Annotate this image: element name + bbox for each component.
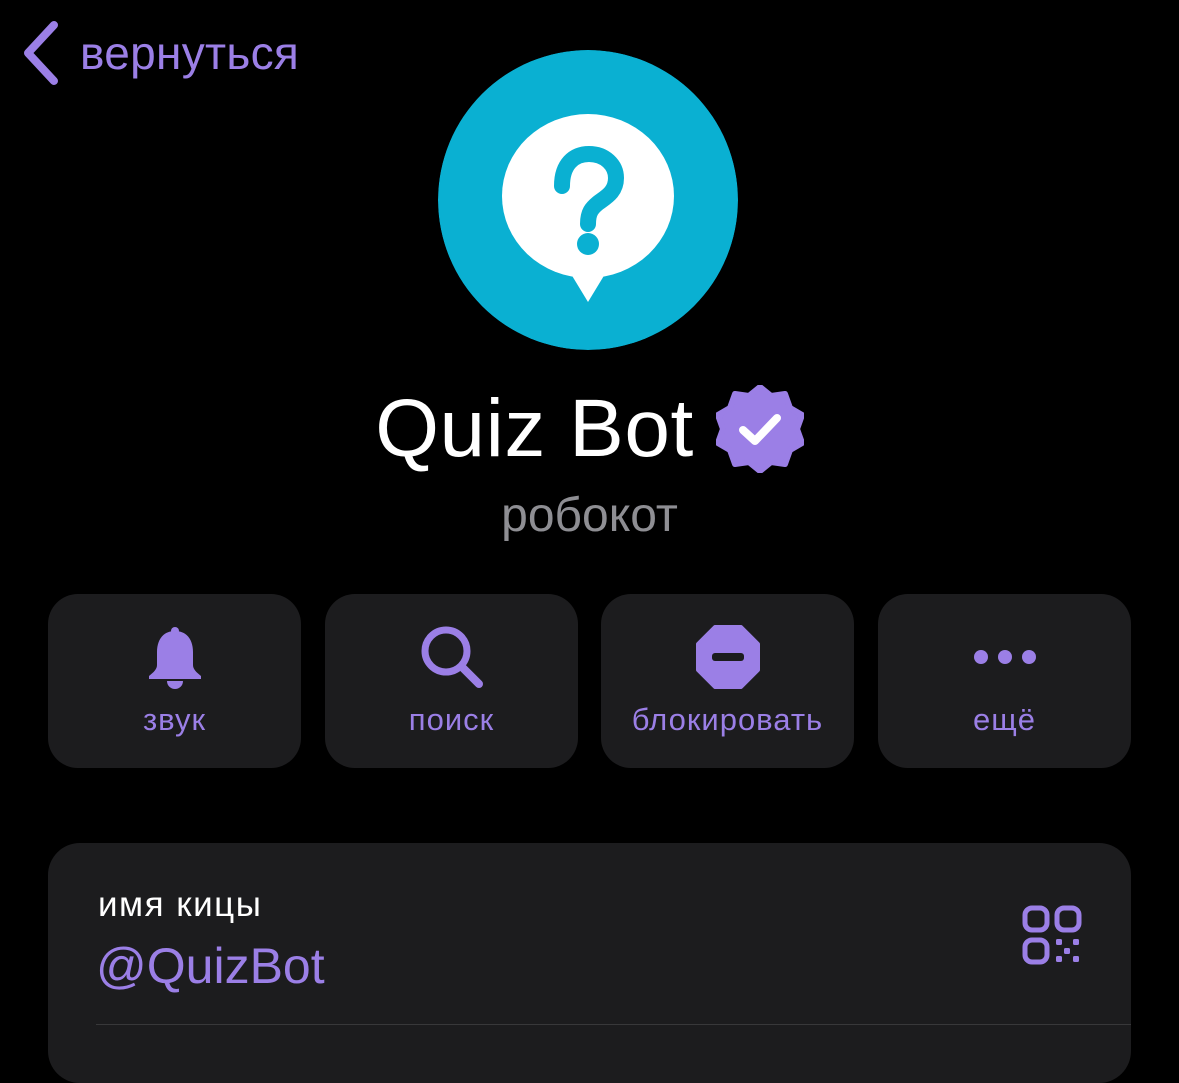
bell-icon — [148, 627, 201, 689]
profile-name: Quiz Bot — [375, 383, 694, 474]
action-label: блокировать — [631, 702, 824, 737]
action-label: ещё — [973, 702, 1036, 737]
block-icon — [695, 625, 760, 689]
more-button[interactable]: ещё — [878, 594, 1131, 768]
search-icon — [421, 626, 483, 688]
profile-subtitle: робокот — [501, 489, 678, 542]
username-value[interactable]: @QuizBot — [96, 937, 325, 995]
action-label: поиск — [408, 702, 495, 737]
sound-button[interactable]: звук — [48, 594, 301, 768]
action-label: звук — [142, 702, 207, 737]
info-card: имя кицы @QuizBot — [48, 843, 1131, 1083]
back-button[interactable]: вернуться — [20, 18, 299, 88]
avatar[interactable] — [438, 50, 738, 350]
profile-header: Quiz Bot — [0, 382, 1179, 482]
verified-badge-icon — [715, 385, 804, 473]
search-button[interactable]: поиск — [325, 594, 578, 768]
chevron-left-icon — [24, 21, 58, 85]
back-label: вернуться — [80, 27, 300, 79]
more-icon — [973, 650, 1036, 664]
question-bubble-icon — [438, 50, 738, 350]
qr-code-icon[interactable] — [1022, 905, 1082, 965]
divider — [96, 1024, 1131, 1025]
action-row: звук поиск блокировать ещё — [48, 594, 1131, 768]
username-label: имя кицы — [98, 885, 263, 924]
block-button[interactable]: блокировать — [601, 594, 854, 768]
